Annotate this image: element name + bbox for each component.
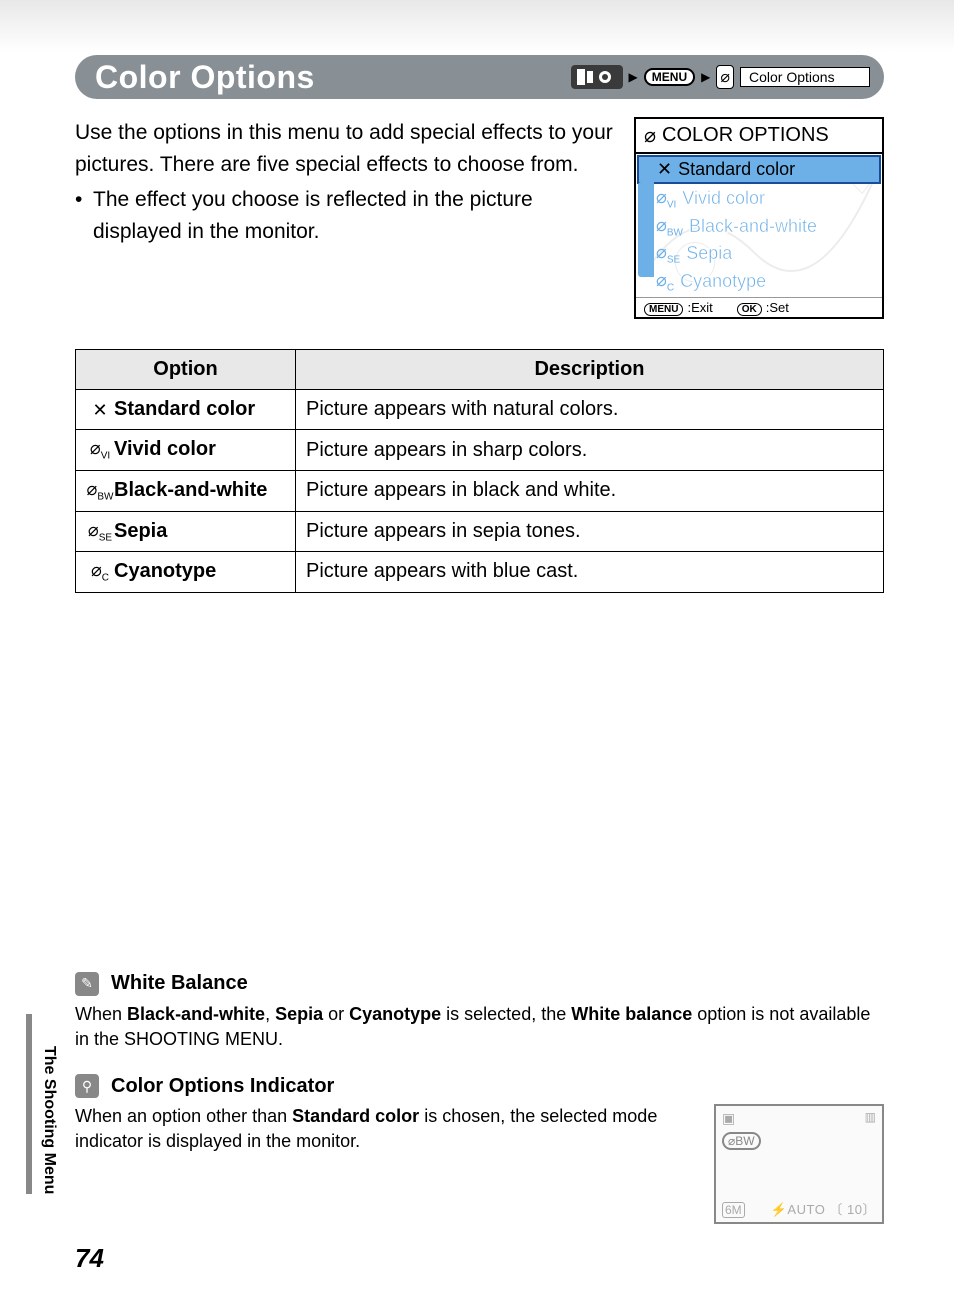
table-row: ✕Standard color Picture appears with nat… xyxy=(76,390,884,430)
col-description-header: Description xyxy=(296,350,884,390)
flash-counter: ⚡AUTO 〔 10〕 xyxy=(771,1199,876,1218)
chevron-right-icon: ▶ xyxy=(629,70,638,84)
side-section-label: The Shooting Menu xyxy=(40,1046,58,1194)
breadcrumb: ▶ MENU ▶ ⌀ Color Options xyxy=(571,65,870,89)
lcd-item-bw: ⌀BWBlack-and-white xyxy=(636,213,882,241)
lcd-item-sepia: ⌀SESepia xyxy=(636,240,882,268)
cyanotype-icon: ⌀C xyxy=(86,560,114,584)
menu-button-icon: MENU xyxy=(644,68,695,86)
lcd-title: ⌀ COLOR OPTIONS xyxy=(636,119,882,154)
white-balance-note-body: When Black-and-white, Sepia or Cyanotype… xyxy=(75,1002,884,1052)
palette-icon: ⌀ xyxy=(716,65,734,89)
table-row: ⌀BWBlack-and-white Picture appears in bl… xyxy=(76,470,884,511)
color-options-lcd: ⌀ COLOR OPTIONS ✕Standard color ⌀VIVivid… xyxy=(634,117,884,319)
mini-lcd: ▣ ▥ ⌀BW 6M ⚡AUTO 〔 10〕 xyxy=(714,1104,884,1224)
resolution-indicator: 6M xyxy=(722,1202,745,1218)
table-row: ⌀VIVivid color Picture appears in sharp … xyxy=(76,430,884,471)
bw-icon: ⌀BW xyxy=(86,479,114,503)
intro-paragraph: Use the options in this menu to add spec… xyxy=(75,117,614,180)
white-balance-heading: White Balance xyxy=(111,972,248,995)
intro-text: Use the options in this menu to add spec… xyxy=(75,117,614,319)
lcd-item-cyanotype: ⌀CCyanotype xyxy=(636,268,882,296)
col-option-header: Option xyxy=(76,350,296,390)
pencil-note-icon: ✎ xyxy=(75,972,99,996)
lcd-footer: MENU:Exit OK:Set xyxy=(636,297,882,317)
breadcrumb-current: Color Options xyxy=(740,67,870,87)
mode-dial-icon xyxy=(571,65,623,89)
palette-icon: ⌀ xyxy=(644,123,656,148)
vivid-color-icon: ⌀VI xyxy=(86,438,114,462)
card-icon: ▥ xyxy=(865,1110,876,1124)
color-options-indicator-body: When an option other than Standard color… xyxy=(75,1104,694,1224)
color-options-indicator-head: ⚲ Color Options Indicator xyxy=(75,1074,884,1098)
lcd-item-standard: ✕Standard color xyxy=(637,155,881,184)
mode-indicator: ⌀BW xyxy=(722,1132,761,1150)
lcd-item-vivid: ⌀VIVivid color xyxy=(636,185,882,213)
options-table: Option Description ✕Standard color Pictu… xyxy=(75,349,884,592)
section-title: Color Options xyxy=(95,59,571,96)
sepia-icon: ⌀SE xyxy=(86,520,114,544)
side-section-bar xyxy=(26,1014,32,1194)
page-number: 74 xyxy=(75,1243,104,1274)
white-balance-note-head: ✎ White Balance xyxy=(75,972,884,996)
table-row: ⌀CCyanotype Picture appears with blue ca… xyxy=(76,552,884,593)
standard-color-icon: ✕ xyxy=(86,400,114,421)
intro-bullet: • The effect you choose is reflected in … xyxy=(75,184,614,247)
table-row: ⌀SESepia Picture appears in sepia tones. xyxy=(76,511,884,552)
camera-icon: ▣ xyxy=(722,1110,735,1127)
lcd-scroll-tab xyxy=(638,182,654,277)
section-title-bar: Color Options ▶ MENU ▶ ⌀ Color Options xyxy=(75,55,884,99)
magnifier-note-icon: ⚲ xyxy=(75,1074,99,1098)
chevron-right-icon: ▶ xyxy=(701,70,710,84)
color-options-indicator-heading: Color Options Indicator xyxy=(111,1075,334,1098)
